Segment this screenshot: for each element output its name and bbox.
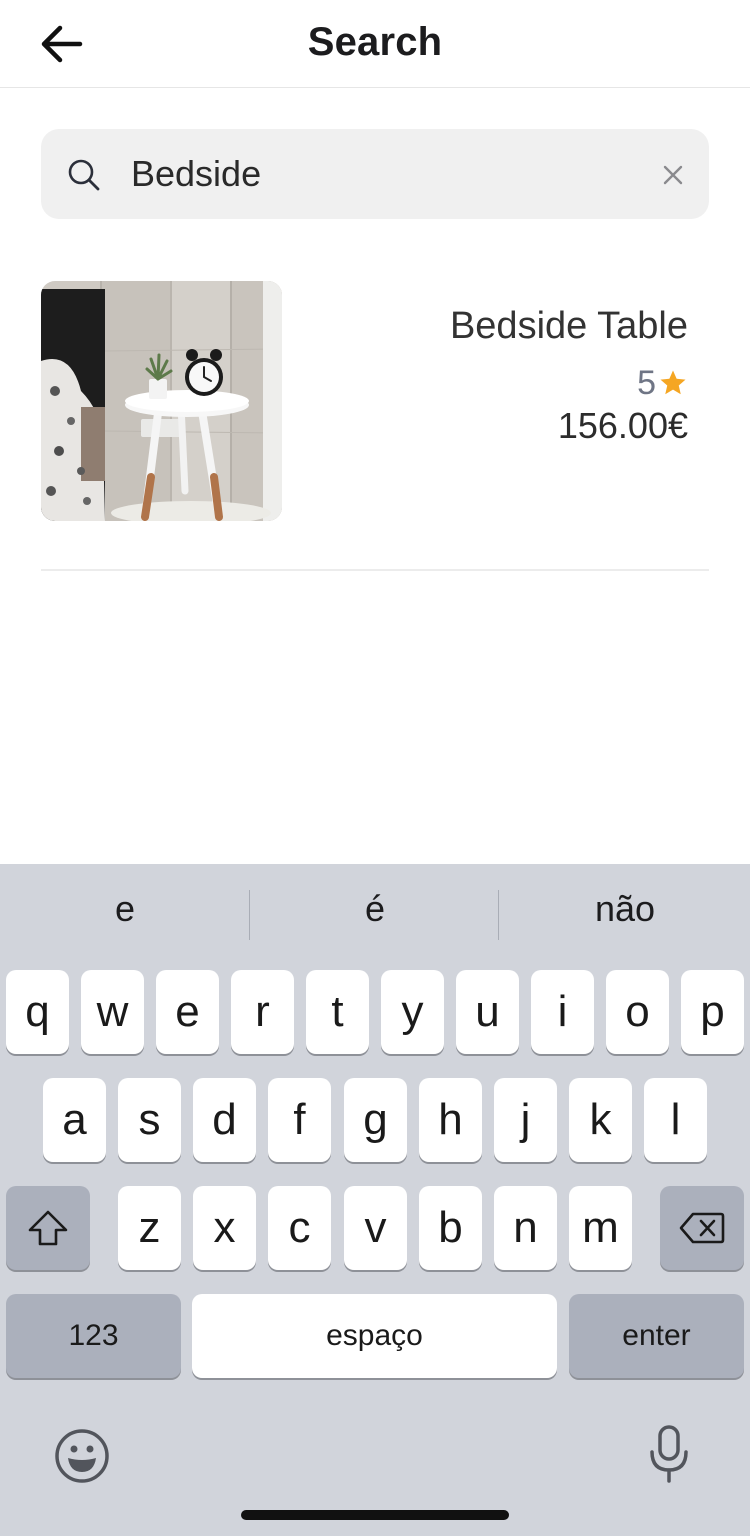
suggestion-3[interactable]: não [500,888,750,940]
key-n[interactable]: n [494,1186,557,1270]
key-d[interactable]: d [193,1078,256,1162]
key-h[interactable]: h [419,1078,482,1162]
page-title: Search [307,20,443,64]
space-key-label: espaço [326,1319,423,1352]
key-x[interactable]: x [193,1186,256,1270]
suggestion-2[interactable]: é [250,888,500,940]
numbers-key-label: 123 [68,1319,119,1352]
key-r[interactable]: r [231,970,294,1054]
enter-key-label: enter [622,1319,691,1352]
home-indicator [241,1510,509,1520]
close-icon [663,165,683,185]
suggestion-divider [498,890,499,940]
microphone-button[interactable] [646,1422,692,1486]
backspace-key[interactable] [660,1186,744,1270]
key-k[interactable]: k [569,1078,632,1162]
key-o[interactable]: o [606,970,669,1054]
header: Search [0,0,750,88]
key-u[interactable]: u [456,970,519,1054]
search-input[interactable] [131,149,631,199]
emoji-button[interactable] [52,1426,112,1486]
key-l[interactable]: l [644,1078,707,1162]
product-name: Bedside Table [449,305,688,347]
star-icon [660,370,686,395]
numbers-key[interactable]: 123 [6,1294,181,1378]
suggestion-1[interactable]: e [0,888,250,940]
product-rating: 5 [637,363,688,403]
key-a[interactable]: a [43,1078,106,1162]
clear-search-button[interactable] [656,158,690,192]
key-z[interactable]: z [118,1186,181,1270]
shift-key[interactable] [6,1186,90,1270]
key-j[interactable]: j [494,1078,557,1162]
search-result-item[interactable]: Bedside Table 5 156.00€ [41,281,709,521]
key-m[interactable]: m [569,1186,632,1270]
emoji-icon [55,1429,109,1483]
key-p[interactable]: p [681,970,744,1054]
search-icon [68,159,100,191]
product-price: 156.00€ [557,405,688,446]
enter-key[interactable]: enter [569,1294,744,1378]
key-w[interactable]: w [81,970,144,1054]
key-i[interactable]: i [531,970,594,1054]
key-c[interactable]: c [268,1186,331,1270]
key-f[interactable]: f [268,1078,331,1162]
key-v[interactable]: v [344,1186,407,1270]
key-g[interactable]: g [344,1078,407,1162]
key-b[interactable]: b [419,1186,482,1270]
product-image [41,281,282,521]
on-screen-keyboard: e é não q w e r t y u i o p a s d f g h … [0,864,750,1536]
key-q[interactable]: q [6,970,69,1054]
search-bar[interactable] [41,129,709,219]
microphone-icon [650,1425,688,1483]
key-t[interactable]: t [306,970,369,1054]
result-divider [41,569,709,571]
rating-value: 5 [637,363,656,402]
key-s[interactable]: s [118,1078,181,1162]
backspace-icon [679,1212,725,1244]
shift-icon [28,1210,68,1246]
space-key[interactable]: espaço [192,1294,557,1378]
key-y[interactable]: y [381,970,444,1054]
key-e[interactable]: e [156,970,219,1054]
